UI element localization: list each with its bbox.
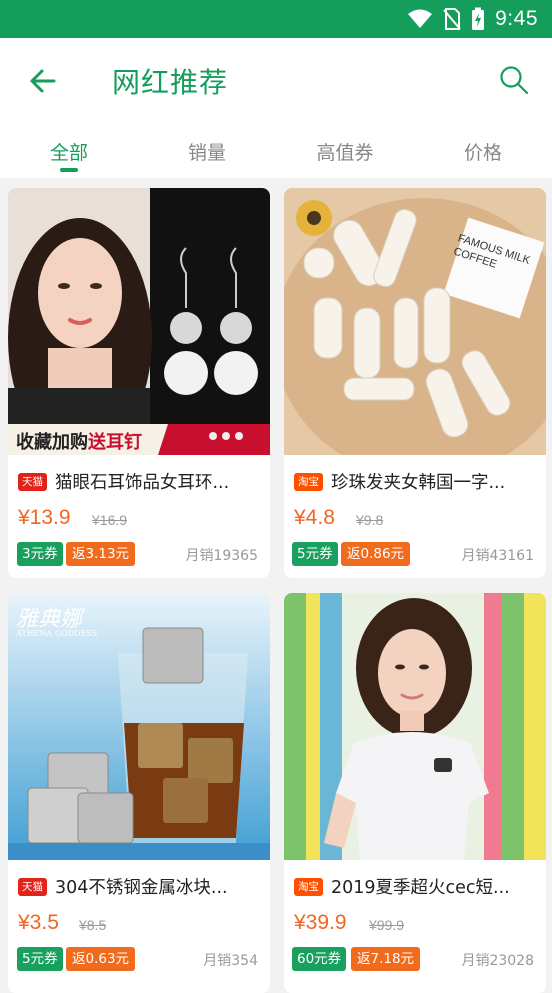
taobao-badge: 淘宝 bbox=[294, 472, 323, 491]
product-card[interactable]: 收藏加购送耳钉 天猫 猫眼石耳饰品女耳环... ¥13.9 ¥16.9 3元券 返… bbox=[8, 188, 270, 578]
coupon-badge: 5元券 bbox=[292, 542, 338, 566]
coupon-badge: 5元券 bbox=[17, 947, 63, 971]
battery-charging-icon bbox=[472, 7, 485, 30]
rebate-badge: 返3.13元 bbox=[66, 542, 136, 566]
tab-price[interactable]: 价格 bbox=[414, 124, 552, 178]
product-image bbox=[284, 593, 546, 860]
original-price: ¥8.5 bbox=[79, 917, 107, 933]
rebate-badge: 返0.86元 bbox=[341, 542, 411, 566]
coupon-badge: 3元券 bbox=[17, 542, 63, 566]
product-name: 淘宝 2019夏季超火cec短... bbox=[294, 874, 540, 899]
page-title: 网红推荐 bbox=[112, 66, 229, 99]
tab-label: 高值券 bbox=[316, 142, 374, 164]
product-card[interactable]: FAMOUS MILK COFFEE 淘宝 珍珠发夹女韩国一字... ¥4.8 ¥… bbox=[284, 188, 546, 578]
product-image: 收藏加购送耳钉 bbox=[8, 188, 270, 455]
wifi-icon bbox=[408, 9, 433, 28]
status-time: 9:45 bbox=[495, 7, 538, 30]
tab-label: 全部 bbox=[49, 142, 88, 164]
product-image: FAMOUS MILK COFFEE bbox=[284, 188, 546, 455]
product-image: 雅典娜 ATHENA GODDESS bbox=[8, 593, 270, 860]
tab-label: 销量 bbox=[187, 142, 226, 164]
product-price: ¥3.5 bbox=[18, 911, 59, 934]
taobao-badge: 淘宝 bbox=[294, 877, 323, 896]
original-price: ¥9.8 bbox=[356, 512, 384, 528]
rebate-badge: 返7.18元 bbox=[351, 947, 421, 971]
tmall-badge: 天猫 bbox=[18, 877, 47, 896]
no-sim-icon bbox=[443, 8, 461, 30]
product-price: ¥39.9 bbox=[294, 911, 347, 934]
monthly-sales: 月销354 bbox=[203, 953, 258, 969]
search-icon[interactable] bbox=[498, 64, 530, 96]
monthly-sales: 月销43161 bbox=[461, 548, 534, 564]
brand-sub-text: ATHENA GODDESS bbox=[16, 629, 98, 638]
product-price: ¥4.8 bbox=[294, 506, 335, 529]
product-card[interactable]: 雅典娜 ATHENA GODDESS 天猫 304不锈钢金属冰块... ¥3.5 … bbox=[8, 593, 270, 993]
monthly-sales: 月销23028 bbox=[461, 953, 534, 969]
product-name: 天猫 猫眼石耳饰品女耳环... bbox=[18, 469, 264, 494]
tab-high-coupon[interactable]: 高值券 bbox=[276, 124, 414, 178]
banner-text: 收藏加购送耳钉 bbox=[16, 432, 142, 453]
sort-tabs: 全部 销量 高值券 价格 bbox=[0, 124, 552, 178]
tab-label: 价格 bbox=[463, 142, 502, 164]
monthly-sales: 月销19365 bbox=[185, 548, 258, 564]
tab-all[interactable]: 全部 bbox=[0, 124, 138, 178]
status-bar: 9:45 bbox=[0, 0, 552, 38]
product-name: 淘宝 珍珠发夹女韩国一字... bbox=[294, 469, 540, 494]
tab-indicator bbox=[60, 168, 78, 172]
original-price: ¥16.9 bbox=[92, 512, 128, 528]
original-price: ¥99.9 bbox=[369, 917, 405, 933]
status-icons: 9:45 bbox=[407, 6, 538, 32]
rebate-badge: 返0.63元 bbox=[66, 947, 136, 971]
app-bar: 网红推荐 bbox=[0, 38, 552, 124]
back-arrow-icon[interactable] bbox=[24, 62, 62, 100]
coupon-badge: 60元券 bbox=[292, 947, 347, 971]
product-card[interactable]: 淘宝 2019夏季超火cec短... ¥39.9 ¥99.9 60元券 返7.18… bbox=[284, 593, 546, 993]
product-price: ¥13.9 bbox=[18, 506, 71, 529]
product-grid: 收藏加购送耳钉 天猫 猫眼石耳饰品女耳环... ¥13.9 ¥16.9 3元券 返… bbox=[0, 178, 552, 993]
product-name: 天猫 304不锈钢金属冰块... bbox=[18, 874, 264, 899]
tmall-badge: 天猫 bbox=[18, 472, 47, 491]
tab-sales[interactable]: 销量 bbox=[138, 124, 276, 178]
